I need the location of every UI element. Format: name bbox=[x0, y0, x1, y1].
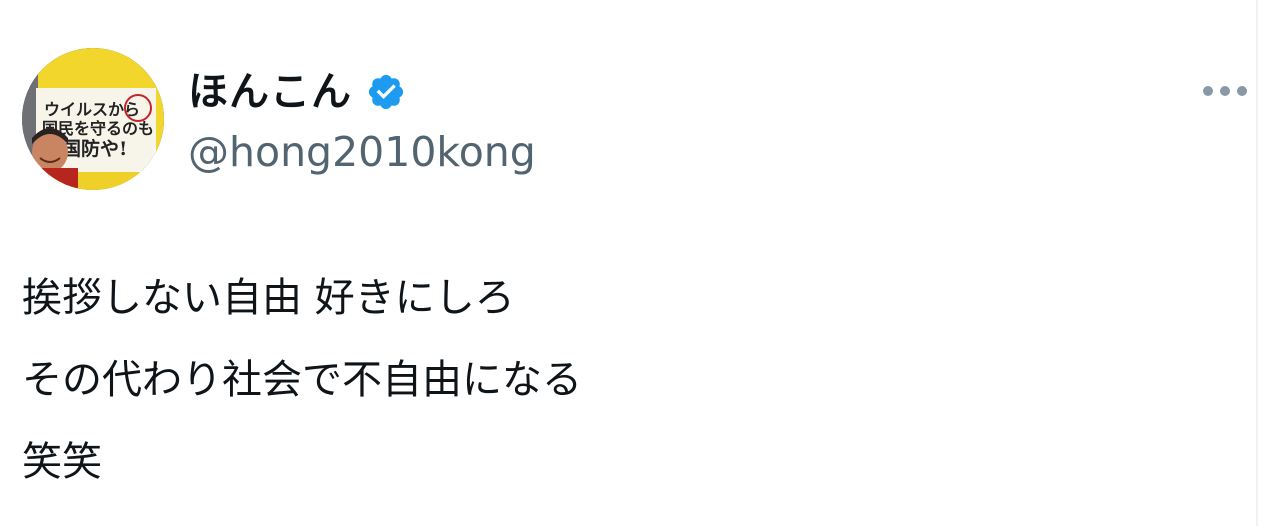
tweet-text-line: 笑笑 bbox=[22, 439, 102, 485]
tweet-text-line: 挨拶しない自由 好きにしろ bbox=[22, 275, 515, 321]
author-display-name[interactable]: ほんこん bbox=[188, 64, 352, 120]
avatar-book-line3: 国防や! bbox=[62, 137, 127, 160]
avatar-book-line1: ウイルスから bbox=[44, 100, 140, 119]
scrollbar-track[interactable] bbox=[1256, 0, 1258, 526]
tweet-card: ウイルスから 国民を守るのも 国防や! ほんこん @hong2010kong 挨… bbox=[0, 0, 1262, 526]
avatar-image: ウイルスから 国民を守るのも 国防や! bbox=[22, 48, 164, 190]
more-options-button[interactable] bbox=[1196, 76, 1254, 106]
avatar[interactable]: ウイルスから 国民を守るのも 国防や! bbox=[22, 48, 164, 190]
more-horizontal-icon bbox=[1203, 86, 1247, 96]
verified-badge-icon bbox=[368, 74, 404, 110]
tweet-text-line: その代わり社会で不自由になる bbox=[22, 357, 582, 403]
tweet-text: 挨拶しない自由 好きにしろ その代わり社会で不自由になる 笑笑 bbox=[22, 276, 1222, 522]
author-handle[interactable]: @hong2010kong bbox=[188, 126, 536, 178]
author-name-row: ほんこん bbox=[188, 64, 406, 120]
